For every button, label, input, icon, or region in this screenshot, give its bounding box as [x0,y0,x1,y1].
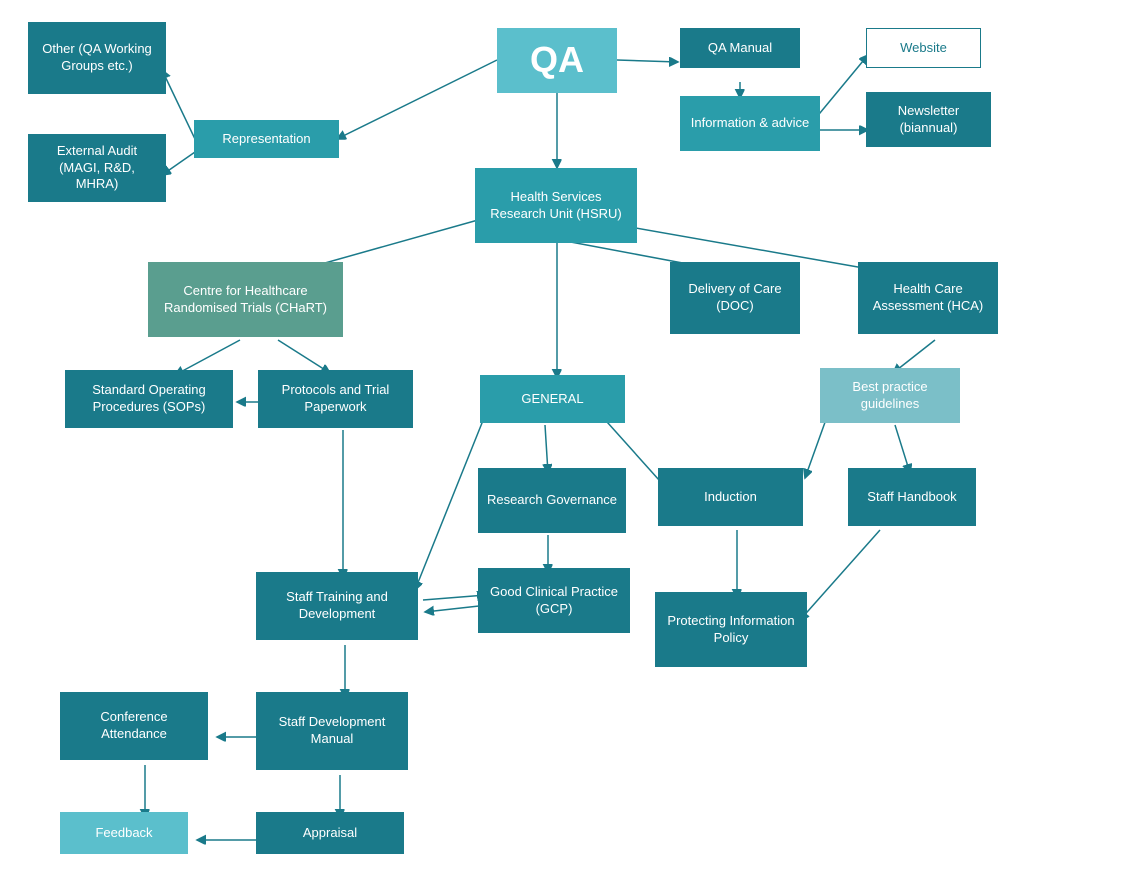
node-appraisal: Appraisal [256,812,404,854]
node-staff-handbook: Staff Handbook [848,468,976,526]
node-research-gov: Research Governance [478,468,626,533]
node-gcp: Good Clinical Practice (GCP) [478,568,630,633]
node-feedback: Feedback [60,812,188,854]
node-sops: Standard Operating Procedures (SOPs) [65,370,233,428]
node-best-practice: Best practice guidelines [820,368,960,423]
node-staff-dev-manual: Staff Development Manual [256,692,408,770]
node-staff-training: Staff Training and Development [256,572,418,640]
node-chart: Centre for Healthcare Randomised Trials … [148,262,343,337]
node-protecting-info: Protecting Information Policy [655,592,807,667]
node-newsletter: Newsletter (biannual) [866,92,991,147]
node-induction: Induction [658,468,803,526]
node-hsru: Health Services Research Unit (HSRU) [475,168,637,243]
node-delivery-care: Delivery of Care (DOC) [670,262,800,334]
node-conference: Conference Attendance [60,692,208,760]
node-protocols: Protocols and Trial Paperwork [258,370,413,428]
node-representation: Representation [194,120,339,158]
node-qa-manual: QA Manual [680,28,800,68]
node-hca: Health Care Assessment (HCA) [858,262,998,334]
node-website: Website [866,28,981,68]
diagram-container: QA QA Manual Information & advice Websit… [0,0,1139,887]
node-info-advice: Information & advice [680,96,820,151]
node-qa: QA [497,28,617,93]
node-external-audit: External Audit (MAGI, R&D, MHRA) [28,134,166,202]
node-other-qa: Other (QA Working Groups etc.) [28,22,166,94]
node-general: GENERAL [480,375,625,423]
